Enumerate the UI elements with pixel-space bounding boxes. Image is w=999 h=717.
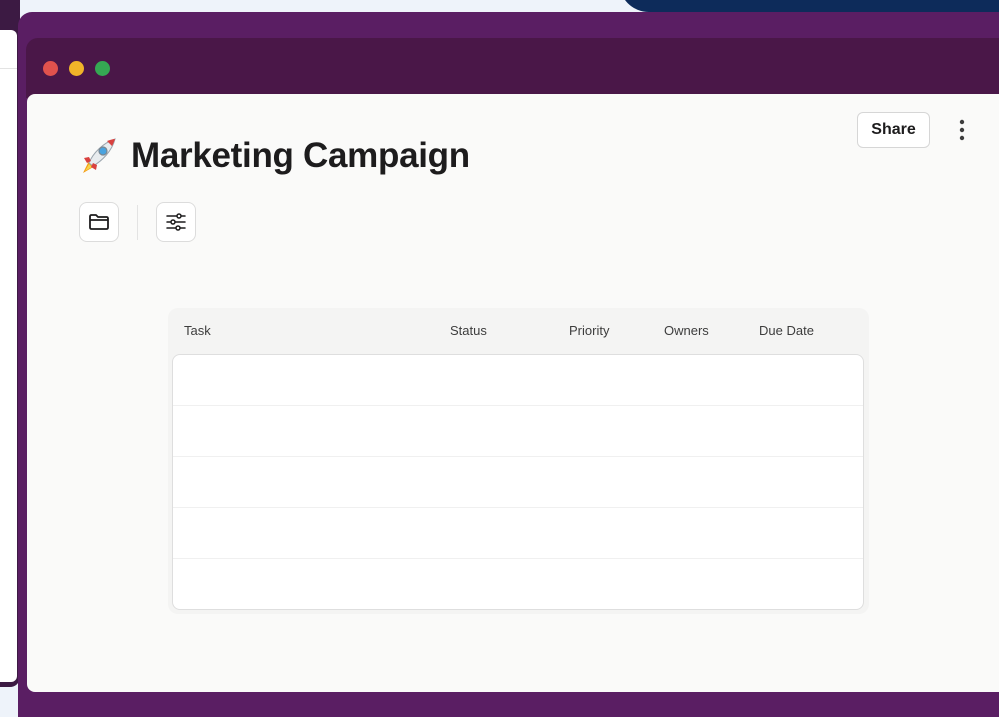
folder-button[interactable] bbox=[79, 202, 119, 242]
column-header-status[interactable]: Status bbox=[450, 323, 487, 338]
background-window-divider bbox=[0, 68, 17, 69]
column-header-priority[interactable]: Priority bbox=[569, 323, 609, 338]
more-vertical-icon bbox=[959, 119, 965, 141]
page-header: Marketing Campaign bbox=[75, 132, 470, 180]
table-row[interactable] bbox=[173, 559, 863, 609]
window-close-button[interactable] bbox=[43, 61, 58, 76]
column-header-owners[interactable]: Owners bbox=[664, 323, 709, 338]
table-row[interactable] bbox=[173, 355, 863, 406]
page-title: Marketing Campaign bbox=[131, 136, 470, 175]
column-header-task[interactable]: Task bbox=[184, 323, 211, 338]
window-maximize-button[interactable] bbox=[95, 61, 110, 76]
table-row[interactable] bbox=[173, 457, 863, 508]
filter-button[interactable] bbox=[156, 202, 196, 242]
share-button[interactable]: Share bbox=[857, 112, 930, 148]
table-row[interactable] bbox=[173, 508, 863, 559]
rocket-icon bbox=[83, 138, 116, 173]
window-titlebar bbox=[26, 38, 999, 98]
screen: Marketing Campaign Share Task Status Pri… bbox=[0, 0, 999, 717]
window-minimize-button[interactable] bbox=[69, 61, 84, 76]
filter-sliders-icon bbox=[166, 213, 186, 231]
background-window-left-content bbox=[0, 30, 17, 682]
task-table: Task Status Priority Owners Due Date bbox=[168, 308, 869, 614]
toolbar-divider bbox=[137, 205, 138, 240]
more-options-button[interactable] bbox=[950, 116, 974, 144]
column-header-due-date[interactable]: Due Date bbox=[759, 323, 814, 338]
table-body bbox=[172, 354, 864, 610]
folder-icon bbox=[89, 214, 109, 230]
table-row[interactable] bbox=[173, 406, 863, 457]
background-window-fragment bbox=[619, 0, 999, 12]
table-header: Task Status Priority Owners Due Date bbox=[168, 308, 869, 354]
